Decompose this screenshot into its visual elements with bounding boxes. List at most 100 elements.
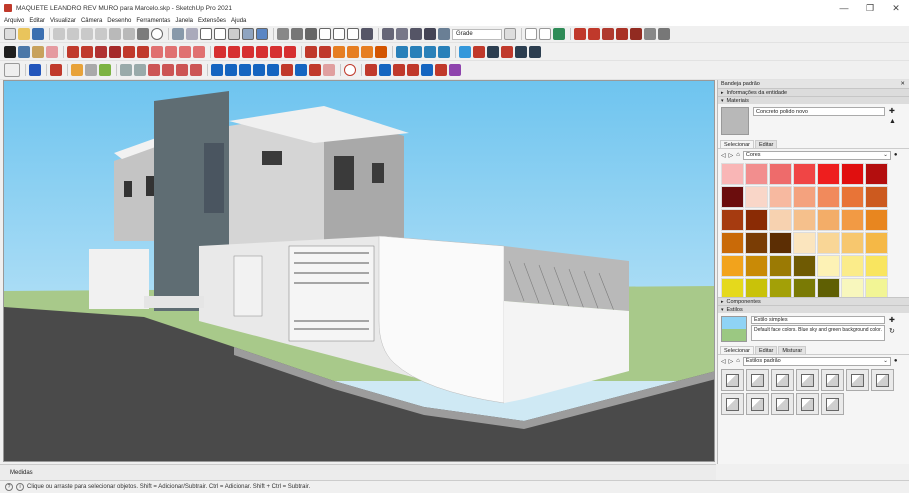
- zoom-icon[interactable]: [424, 45, 436, 58]
- iso-view-icon[interactable]: [277, 28, 289, 40]
- material-swatch[interactable]: [817, 278, 840, 297]
- plugin-arrow2-icon[interactable]: [225, 64, 237, 76]
- material-swatch[interactable]: [865, 163, 888, 185]
- material-swatch[interactable]: [817, 163, 840, 185]
- home-icon[interactable]: ⌂: [736, 358, 740, 364]
- shadows-icon[interactable]: [525, 28, 537, 40]
- minimize-button[interactable]: —: [831, 0, 857, 16]
- select-arrow-icon[interactable]: [4, 45, 16, 58]
- material-swatch[interactable]: [745, 163, 768, 185]
- right-view-icon[interactable]: [319, 28, 331, 40]
- close-button[interactable]: ✕: [883, 0, 909, 16]
- paint-bucket-icon[interactable]: [32, 45, 44, 58]
- freehand-icon[interactable]: [81, 45, 93, 58]
- menu-desenho[interactable]: Desenho: [107, 18, 131, 24]
- material-swatch[interactable]: [841, 255, 864, 277]
- tray-close-icon[interactable]: ✕: [900, 81, 905, 87]
- plugin-arrow3-icon[interactable]: [267, 64, 279, 76]
- credits-icon[interactable]: i: [16, 483, 24, 491]
- plugin-box5-icon[interactable]: [176, 64, 188, 76]
- menu-ferramentas[interactable]: Ferramentas: [136, 18, 170, 24]
- back-icon[interactable]: ◁: [721, 358, 726, 365]
- plugin-diamond2-icon[interactable]: [379, 64, 391, 76]
- open-folder-icon[interactable]: [18, 28, 30, 40]
- style-thumb[interactable]: [821, 393, 844, 415]
- material-swatch[interactable]: [721, 186, 744, 208]
- plugin-dark-icon[interactable]: [529, 45, 541, 58]
- details-icon[interactable]: ●: [894, 152, 898, 158]
- measurements-box[interactable]: Medidas: [0, 464, 716, 480]
- geo-location-icon[interactable]: ?: [5, 483, 13, 491]
- material-swatch[interactable]: [745, 255, 768, 277]
- material-swatch[interactable]: [817, 232, 840, 254]
- top-view-icon[interactable]: [291, 28, 303, 40]
- material-swatch[interactable]: [865, 232, 888, 254]
- plugin-curve2-icon[interactable]: [309, 64, 321, 76]
- plugin-diamond5-icon[interactable]: [421, 64, 433, 76]
- copy-icon[interactable]: [67, 28, 79, 40]
- back-edges-icon[interactable]: [186, 28, 198, 40]
- new-file-icon[interactable]: [4, 28, 16, 40]
- style-thumb[interactable]: [746, 369, 769, 391]
- material-swatch[interactable]: [841, 163, 864, 185]
- menu-extensoes[interactable]: Extensões: [198, 18, 226, 24]
- materials-panel[interactable]: ▾ Materiais: [718, 96, 909, 104]
- material-swatch[interactable]: [721, 209, 744, 231]
- material-swatch[interactable]: [769, 232, 792, 254]
- polygon-icon[interactable]: [137, 45, 149, 58]
- style-thumb[interactable]: [771, 393, 794, 415]
- walk-icon[interactable]: [382, 28, 394, 40]
- plugin-diamond1-icon[interactable]: [365, 64, 377, 76]
- material-swatch[interactable]: [721, 163, 744, 185]
- dropdown-arrow-icon[interactable]: [504, 28, 516, 40]
- rotated-rectangle-icon[interactable]: [109, 45, 121, 58]
- menu-arquivo[interactable]: Arquivo: [4, 18, 24, 24]
- front-view-icon[interactable]: [305, 28, 317, 40]
- home-icon[interactable]: ⌂: [736, 152, 740, 158]
- material-swatch[interactable]: [865, 209, 888, 231]
- plugin-bars-icon[interactable]: [253, 64, 265, 76]
- material-swatch[interactable]: [745, 186, 768, 208]
- eraser-icon[interactable]: [46, 45, 58, 58]
- style-thumb[interactable]: [721, 369, 744, 391]
- plugin-diamond6-icon[interactable]: [435, 64, 447, 76]
- offset-icon[interactable]: [284, 45, 296, 58]
- tab-styles-select[interactable]: Selecionar: [720, 346, 754, 354]
- plugin-gray-icon[interactable]: [644, 28, 656, 40]
- style-thumb[interactable]: [871, 369, 894, 391]
- dimension-icon[interactable]: [319, 45, 331, 58]
- plugin-pink-icon[interactable]: [323, 64, 335, 76]
- ruby-console-icon[interactable]: [574, 28, 586, 40]
- material-swatch[interactable]: [841, 278, 864, 297]
- plugin-box1-icon[interactable]: [120, 64, 132, 76]
- tab-styles-mix[interactable]: Misturar: [778, 346, 807, 354]
- entity-info-panel[interactable]: ▸ Informações da entidade: [718, 88, 909, 96]
- zoom-extents-icon[interactable]: [459, 45, 471, 58]
- update-style-icon[interactable]: ↻: [889, 327, 895, 335]
- material-swatch[interactable]: [721, 255, 744, 277]
- pie-icon[interactable]: [193, 45, 205, 58]
- components-panel[interactable]: ▸ Componentes: [718, 297, 909, 305]
- plugin-box2-icon[interactable]: [134, 64, 146, 76]
- tab-edit[interactable]: Editar: [755, 140, 778, 148]
- create-material-icon[interactable]: ✚: [889, 107, 896, 115]
- menu-visualizar[interactable]: Visualizar: [50, 18, 76, 24]
- material-swatch[interactable]: [817, 186, 840, 208]
- material-swatch[interactable]: [721, 232, 744, 254]
- materials-library-select[interactable]: Cores ⌄: [742, 150, 891, 160]
- style-dropdown[interactable]: Grade: [452, 28, 502, 40]
- push-pull-icon[interactable]: [228, 45, 240, 58]
- layout-icon[interactable]: [487, 45, 499, 58]
- material-swatch[interactable]: [793, 186, 816, 208]
- paint-bucket-icon[interactable]: ▲: [889, 118, 896, 125]
- model-viewport[interactable]: [3, 80, 715, 462]
- pan-tool-icon[interactable]: [410, 45, 422, 58]
- orbit-icon[interactable]: [438, 28, 450, 40]
- plugin-diamond7-icon[interactable]: [449, 64, 461, 76]
- two-point-arc-icon[interactable]: [165, 45, 177, 58]
- style-description-field[interactable]: Default face colors. Blue sky and green …: [751, 325, 885, 341]
- zoom-window-icon[interactable]: [438, 45, 450, 58]
- style-thumb[interactable]: [771, 369, 794, 391]
- orbit-tool-icon[interactable]: [396, 45, 408, 58]
- pan-icon[interactable]: [424, 28, 436, 40]
